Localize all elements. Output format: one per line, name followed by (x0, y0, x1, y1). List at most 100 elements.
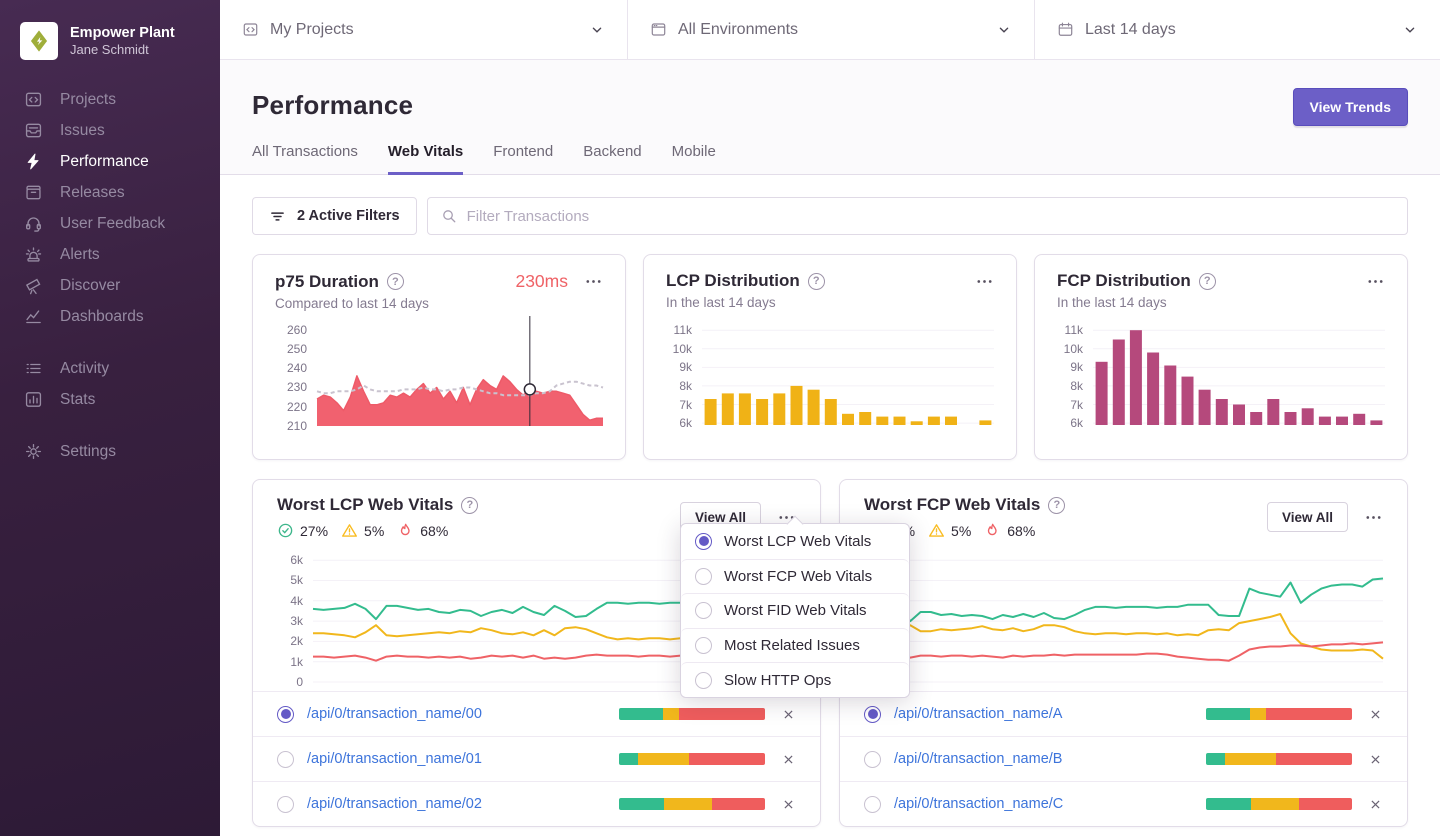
sidebar-item-issues[interactable]: Issues (0, 115, 220, 146)
transaction-link[interactable]: /api/0/transaction_name/A (894, 706, 1193, 722)
menu-item-label: Worst LCP Web Vitals (724, 533, 871, 550)
help-icon[interactable]: ? (461, 497, 478, 514)
view-trends-button[interactable]: View Trends (1293, 88, 1408, 126)
vitals-breakdown-bar (1206, 798, 1352, 810)
transaction-radio[interactable] (864, 796, 881, 813)
close-icon[interactable] (781, 752, 796, 767)
settings-icon (24, 442, 43, 461)
fcp-vitals-trend-chart (900, 548, 1383, 682)
environment-selector[interactable]: All Environments (628, 0, 1035, 59)
alerts-icon (24, 245, 43, 264)
tab-frontend[interactable]: Frontend (493, 143, 553, 175)
nav-section: Projects Issues Performance Releases User Fe… (0, 84, 220, 332)
project-selector[interactable]: My Projects (220, 0, 628, 59)
active-filters-label: 2 Active Filters (297, 208, 400, 224)
ellipsis-menu-button[interactable] (1366, 272, 1385, 291)
transaction-radio[interactable] (864, 706, 881, 723)
transaction-link[interactable]: /api/0/transaction_name/00 (307, 706, 606, 722)
search-icon (441, 208, 457, 224)
close-icon[interactable] (1368, 797, 1383, 812)
sidebar-item-user-feedback[interactable]: User Feedback (0, 208, 220, 239)
transaction-link[interactable]: /api/0/transaction_name/02 (307, 796, 606, 812)
sidebar-item-discover[interactable]: Discover (0, 270, 220, 301)
y-tick-label: 2k (290, 634, 303, 648)
vitals-stat-value: 5% (951, 523, 971, 539)
menu-item-slow-http-ops[interactable]: Slow HTTP Ops (681, 662, 909, 697)
close-icon[interactable] (1368, 707, 1383, 722)
search-bar (427, 197, 1408, 235)
sidebar-item-dashboards[interactable]: Dashboards (0, 301, 220, 332)
tab-backend[interactable]: Backend (583, 143, 641, 175)
transaction-radio[interactable] (277, 706, 294, 723)
help-icon[interactable]: ? (387, 273, 404, 290)
menu-item-worst-fcp-web-vitals[interactable]: Worst FCP Web Vitals (681, 559, 909, 594)
tab-all-transactions[interactable]: All Transactions (252, 143, 358, 175)
y-tick-label: 260 (287, 323, 307, 337)
ellipsis-menu-button[interactable] (975, 272, 994, 291)
tab-mobile[interactable]: Mobile (672, 143, 716, 175)
menu-radio[interactable] (695, 637, 712, 654)
y-tick-label: 11k (1065, 323, 1083, 337)
active-filters-button[interactable]: 2 Active Filters (252, 197, 417, 235)
org-logo (20, 22, 58, 60)
page-header: Performance View Trends All Transactions… (220, 60, 1440, 175)
close-icon[interactable] (781, 707, 796, 722)
tab-web-vitals[interactable]: Web Vitals (388, 143, 463, 175)
sidebar-item-performance[interactable]: Performance (0, 146, 220, 177)
sidebar-item-label: User Feedback (60, 215, 165, 233)
sidebar-item-label: Settings (60, 443, 116, 461)
sidebar-item-label: Performance (60, 153, 149, 171)
y-tick-label: 3k (290, 614, 303, 628)
sidebar-item-projects[interactable]: Projects (0, 84, 220, 115)
y-tick-label: 6k (290, 553, 303, 567)
help-icon[interactable]: ? (808, 273, 825, 290)
sidebar-item-label: Issues (60, 122, 105, 140)
bar-segment-poor (1299, 798, 1352, 810)
help-icon[interactable]: ? (1199, 273, 1216, 290)
topbar: My Projects All Environments Last 14 day… (220, 0, 1440, 60)
ellipsis-menu-button[interactable] (584, 272, 603, 291)
menu-radio[interactable] (695, 602, 712, 619)
menu-item-most-related-issues[interactable]: Most Related Issues (681, 628, 909, 663)
close-icon[interactable] (781, 797, 796, 812)
transaction-radio[interactable] (864, 751, 881, 768)
sidebar-item-alerts[interactable]: Alerts (0, 239, 220, 270)
transaction-radio[interactable] (277, 751, 294, 768)
search-input[interactable] (467, 208, 1394, 225)
date-range-selector[interactable]: Last 14 days (1035, 0, 1440, 59)
y-tick-label: 220 (287, 400, 307, 414)
fcp-distribution-chart (1093, 319, 1385, 425)
vitals-stats: 27%5%68% (864, 522, 1267, 539)
menu-radio[interactable] (695, 568, 712, 585)
transaction-link[interactable]: /api/0/transaction_name/C (894, 796, 1193, 812)
card-subtitle: In the last 14 days (1057, 295, 1385, 310)
transaction-link[interactable]: /api/0/transaction_name/01 (307, 751, 606, 767)
sidebar-item-label: Activity (60, 360, 109, 378)
ellipsis-icon (1364, 508, 1383, 527)
bar-segment-meh (1250, 708, 1266, 720)
card-title: Worst FCP Web Vitals (864, 495, 1040, 515)
org-switcher[interactable]: Empower Plant Jane Schmidt (0, 12, 220, 68)
project-selector-label: My Projects (270, 21, 578, 39)
menu-radio[interactable] (695, 533, 712, 550)
help-icon[interactable]: ? (1048, 497, 1065, 514)
menu-radio[interactable] (695, 672, 712, 689)
sidebar-item-stats[interactable]: Stats (0, 384, 220, 415)
bar-segment-meh (663, 708, 679, 720)
card-title: p75 Duration (275, 272, 379, 292)
ellipsis-menu-button[interactable] (1364, 508, 1383, 527)
menu-item-worst-lcp-web-vitals[interactable]: Worst LCP Web Vitals (681, 524, 909, 559)
view-all-button[interactable]: View All (1267, 502, 1348, 532)
sidebar-item-settings[interactable]: Settings (0, 436, 220, 467)
transaction-radio[interactable] (277, 796, 294, 813)
transaction-row: /api/0/transaction_name/A (840, 691, 1407, 736)
bar-segment-good (619, 708, 663, 720)
y-tick-label: 10k (673, 342, 692, 356)
close-icon[interactable] (1368, 752, 1383, 767)
worst-fcp-vitals-card: Worst FCP Web Vitals ? 27%5%68% View All… (839, 479, 1408, 827)
menu-item-worst-fid-web-vitals[interactable]: Worst FID Web Vitals (681, 593, 909, 628)
transaction-link[interactable]: /api/0/transaction_name/B (894, 751, 1193, 767)
org-name: Empower Plant (70, 24, 175, 42)
sidebar-item-releases[interactable]: Releases (0, 177, 220, 208)
sidebar-item-activity[interactable]: Activity (0, 353, 220, 384)
